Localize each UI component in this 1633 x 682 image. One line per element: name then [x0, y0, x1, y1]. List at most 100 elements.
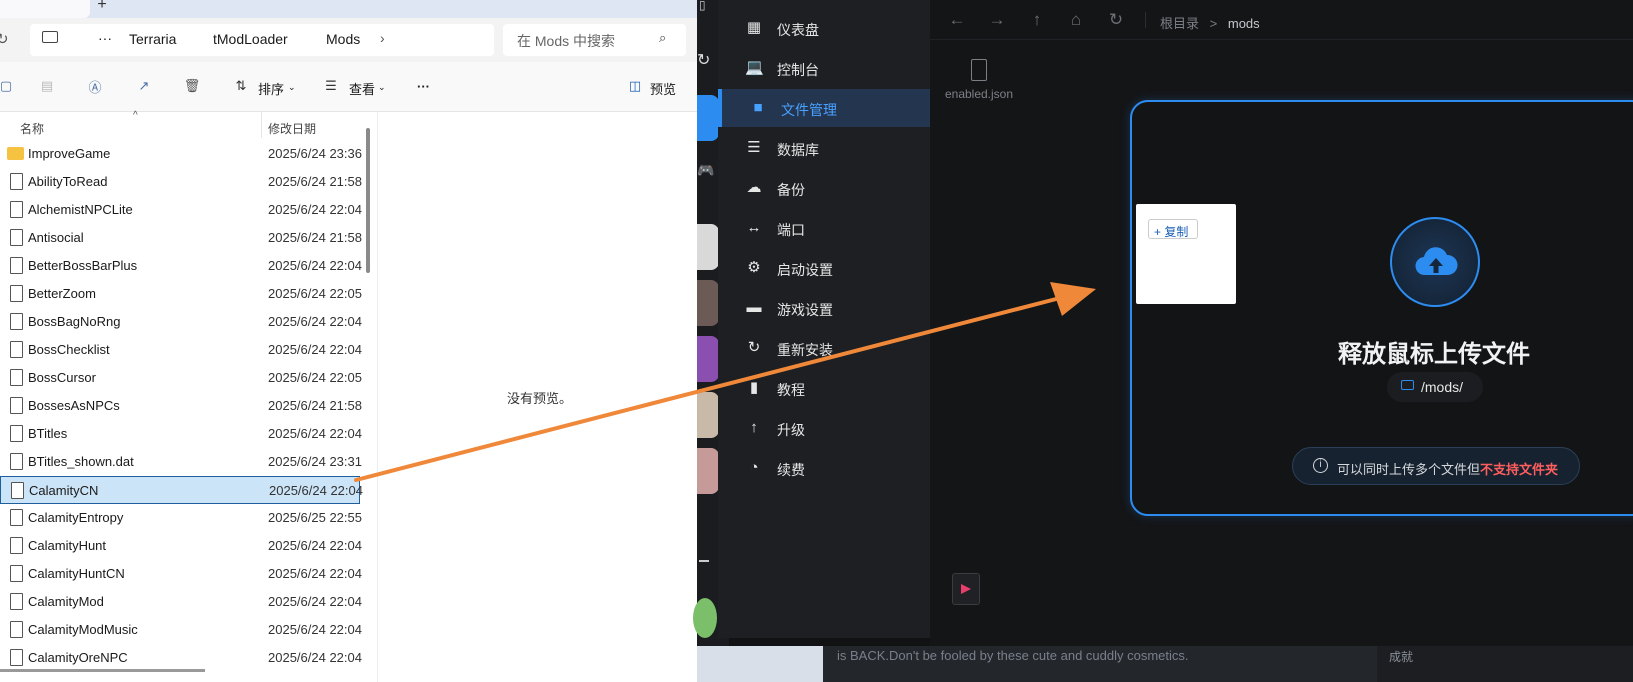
- rename-icon[interactable]: Ⓐ: [83, 74, 107, 98]
- chevron-down-icon: ⌄: [378, 82, 386, 92]
- preview-button[interactable]: 预览: [650, 79, 676, 98]
- breadcrumb-tmodloader[interactable]: tModLoader: [213, 31, 288, 47]
- trash-icon: ▯: [699, 0, 706, 12]
- upload-circle: [1390, 217, 1480, 307]
- tab-strip: +: [0, 0, 697, 18]
- tip-text: 可以同时上传多个文件但: [1337, 462, 1481, 477]
- file-row[interactable]: BetterZoom 2025/6/24 22:05: [0, 280, 362, 308]
- file-row[interactable]: CalamityHunt 2025/6/24 22:04: [0, 532, 362, 560]
- file-row[interactable]: ImproveGame 2025/6/24 23:36: [0, 140, 362, 168]
- new-tab-button[interactable]: +: [92, 0, 112, 16]
- sort-button[interactable]: 排序: [258, 79, 284, 98]
- breadcrumb-overflow[interactable]: ···: [98, 30, 112, 46]
- file-row[interactable]: CalamityHuntCN 2025/6/24 22:04: [0, 560, 362, 588]
- sidebar-item[interactable]: ↔ 端口: [718, 209, 930, 247]
- sort-icon[interactable]: ⇅: [229, 74, 253, 98]
- avatar[interactable]: [697, 224, 719, 270]
- sidebar-item[interactable]: ☰ 数据库: [718, 129, 930, 167]
- breadcrumb-root[interactable]: 根目录: [1160, 16, 1199, 31]
- address-bar[interactable]: ··· Terraria tModLoader Mods ›: [30, 24, 494, 56]
- file-item[interactable]: enabled.json: [944, 55, 1014, 102]
- book-icon: ▮: [749, 379, 759, 396]
- share-icon[interactable]: ↗: [132, 74, 156, 98]
- chevron-right-icon[interactable]: ›: [380, 30, 385, 46]
- forward-icon[interactable]: →: [987, 10, 1007, 30]
- column-divider[interactable]: [261, 112, 262, 138]
- file-row[interactable]: CalamityOreNPC 2025/6/24 22:04: [0, 644, 362, 672]
- file-row[interactable]: BetterBossBarPlus 2025/6/24 22:04: [0, 252, 362, 280]
- file-row[interactable]: BossChecklist 2025/6/24 22:04: [0, 336, 362, 364]
- file-icon: [10, 229, 23, 246]
- database-icon: ☰: [747, 139, 761, 156]
- refresh-icon[interactable]: ↻: [1106, 10, 1126, 30]
- vertical-scrollbar[interactable]: [366, 128, 370, 273]
- sidebar-item-label: 游戏设置: [777, 302, 833, 318]
- copy-badge-text: + 复制: [1154, 225, 1189, 239]
- flag-icon: [961, 584, 971, 594]
- up-icon[interactable]: ↑: [1027, 10, 1047, 30]
- file-row[interactable]: CalamityCN 2025/6/24 22:04: [0, 476, 363, 504]
- breadcrumb-mods[interactable]: Mods: [326, 31, 360, 47]
- sidebar-item[interactable]: ⚙ 启动设置: [718, 249, 930, 287]
- back-icon[interactable]: ←: [947, 10, 967, 30]
- sidebar-item[interactable]: ☁ 备份: [718, 169, 930, 207]
- folder-icon: [1401, 380, 1414, 390]
- sidebar-item[interactable]: 💻 控制台: [718, 49, 930, 87]
- avatar[interactable]: [697, 280, 719, 326]
- delete-icon[interactable]: 🗑: [180, 74, 204, 98]
- drag-ghost: + 复制: [1136, 204, 1236, 304]
- sidebar-item[interactable]: ■ 文件管理: [718, 89, 930, 127]
- search-box[interactable]: 在 Mods 中搜索 ⌕: [503, 24, 686, 56]
- refresh-icon: ↻: [697, 52, 711, 69]
- file-row[interactable]: BTitles_shown.dat 2025/6/24 23:31: [0, 448, 362, 476]
- avatar[interactable]: [697, 448, 719, 494]
- file-row[interactable]: BTitles 2025/6/24 22:04: [0, 420, 362, 448]
- file-manager: ← → ↑ ⌂ ↻ 根目录 > mods enabled.json 释放鼠标上传…: [930, 0, 1633, 652]
- sidebar-item[interactable]: ▦ 仪表盘: [718, 9, 930, 47]
- search-icon: ⌕: [659, 30, 667, 45]
- column-header-name[interactable]: 名称: [20, 120, 44, 137]
- upload-dropzone[interactable]: 释放鼠标上传文件 /mods/ i 可以同时上传多个文件但不支持文件夹: [1130, 100, 1633, 516]
- view-button[interactable]: 查看: [349, 79, 375, 98]
- file-icon: [10, 173, 23, 190]
- column-header-date[interactable]: 修改日期: [268, 120, 316, 137]
- file-icon: [10, 285, 23, 302]
- upload-title: 释放鼠标上传文件: [1338, 341, 1530, 368]
- file-icon: [10, 341, 23, 358]
- refresh-icon[interactable]: ↻: [0, 30, 9, 48]
- app-tile-active[interactable]: [697, 95, 719, 141]
- file-row-date: 2025/6/24 22:04: [268, 258, 362, 273]
- tab-mods[interactable]: [0, 0, 90, 18]
- breadcrumb-mods[interactable]: mods: [1228, 16, 1260, 31]
- view-icon[interactable]: ☰: [319, 74, 343, 98]
- horizontal-scrollbar[interactable]: [0, 669, 205, 672]
- file-row[interactable]: Antisocial 2025/6/24 21:58: [0, 224, 362, 252]
- avatar[interactable]: [697, 336, 719, 382]
- home-icon[interactable]: ⌂: [1066, 10, 1086, 30]
- avatar[interactable]: [693, 598, 717, 638]
- gamepad-icon: ▬: [746, 299, 762, 316]
- new-icon[interactable]: ▢: [0, 74, 18, 98]
- file-row[interactable]: CalamityMod 2025/6/24 22:04: [0, 588, 362, 616]
- more-options-button[interactable]: ···: [417, 79, 430, 94]
- preview-pane-icon[interactable]: ◫: [623, 74, 647, 98]
- file-row[interactable]: BossesAsNPCs 2025/6/24 21:58: [0, 392, 362, 420]
- avatar[interactable]: [697, 392, 719, 438]
- file-list: 名称 ^ 修改日期 ImproveGame 2025/6/24 23:36 Abil…: [0, 110, 363, 682]
- sidebar-item[interactable]: ▮ 教程: [718, 369, 930, 407]
- file-row[interactable]: CalamityModMusic 2025/6/24 22:04: [0, 616, 362, 644]
- file-row[interactable]: AbilityToRead 2025/6/24 21:58: [0, 168, 362, 196]
- sidebar-item[interactable]: ↑ 升级: [718, 409, 930, 447]
- sidebar-item[interactable]: ↻ 重新安装: [718, 329, 930, 367]
- breadcrumb-separator: >: [1209, 16, 1218, 31]
- file-row[interactable]: AlchemistNPCLite 2025/6/24 22:04: [0, 196, 362, 224]
- paste-icon[interactable]: ▤: [35, 74, 59, 98]
- floating-widget[interactable]: [952, 573, 980, 605]
- file-row[interactable]: BossCursor 2025/6/24 22:05: [0, 364, 362, 392]
- breadcrumb-terraria[interactable]: Terraria: [129, 31, 176, 47]
- sidebar-item[interactable]: ▬ 游戏设置: [718, 289, 930, 327]
- sidebar-item[interactable]: ◔ 续费: [718, 449, 930, 487]
- file-row[interactable]: BossBagNoRng 2025/6/24 22:04: [0, 308, 362, 336]
- panel-sidebar: ▦ 仪表盘 💻 控制台 ■ 文件管理 ☰ 数据库 ☁ 备份 ↔ 端口 ⚙ 启动设置 ▬ 游戏设置 ↻ 重新安装 ▮ 教…: [718, 0, 930, 638]
- file-row[interactable]: CalamityEntropy 2025/6/25 22:55: [0, 504, 362, 532]
